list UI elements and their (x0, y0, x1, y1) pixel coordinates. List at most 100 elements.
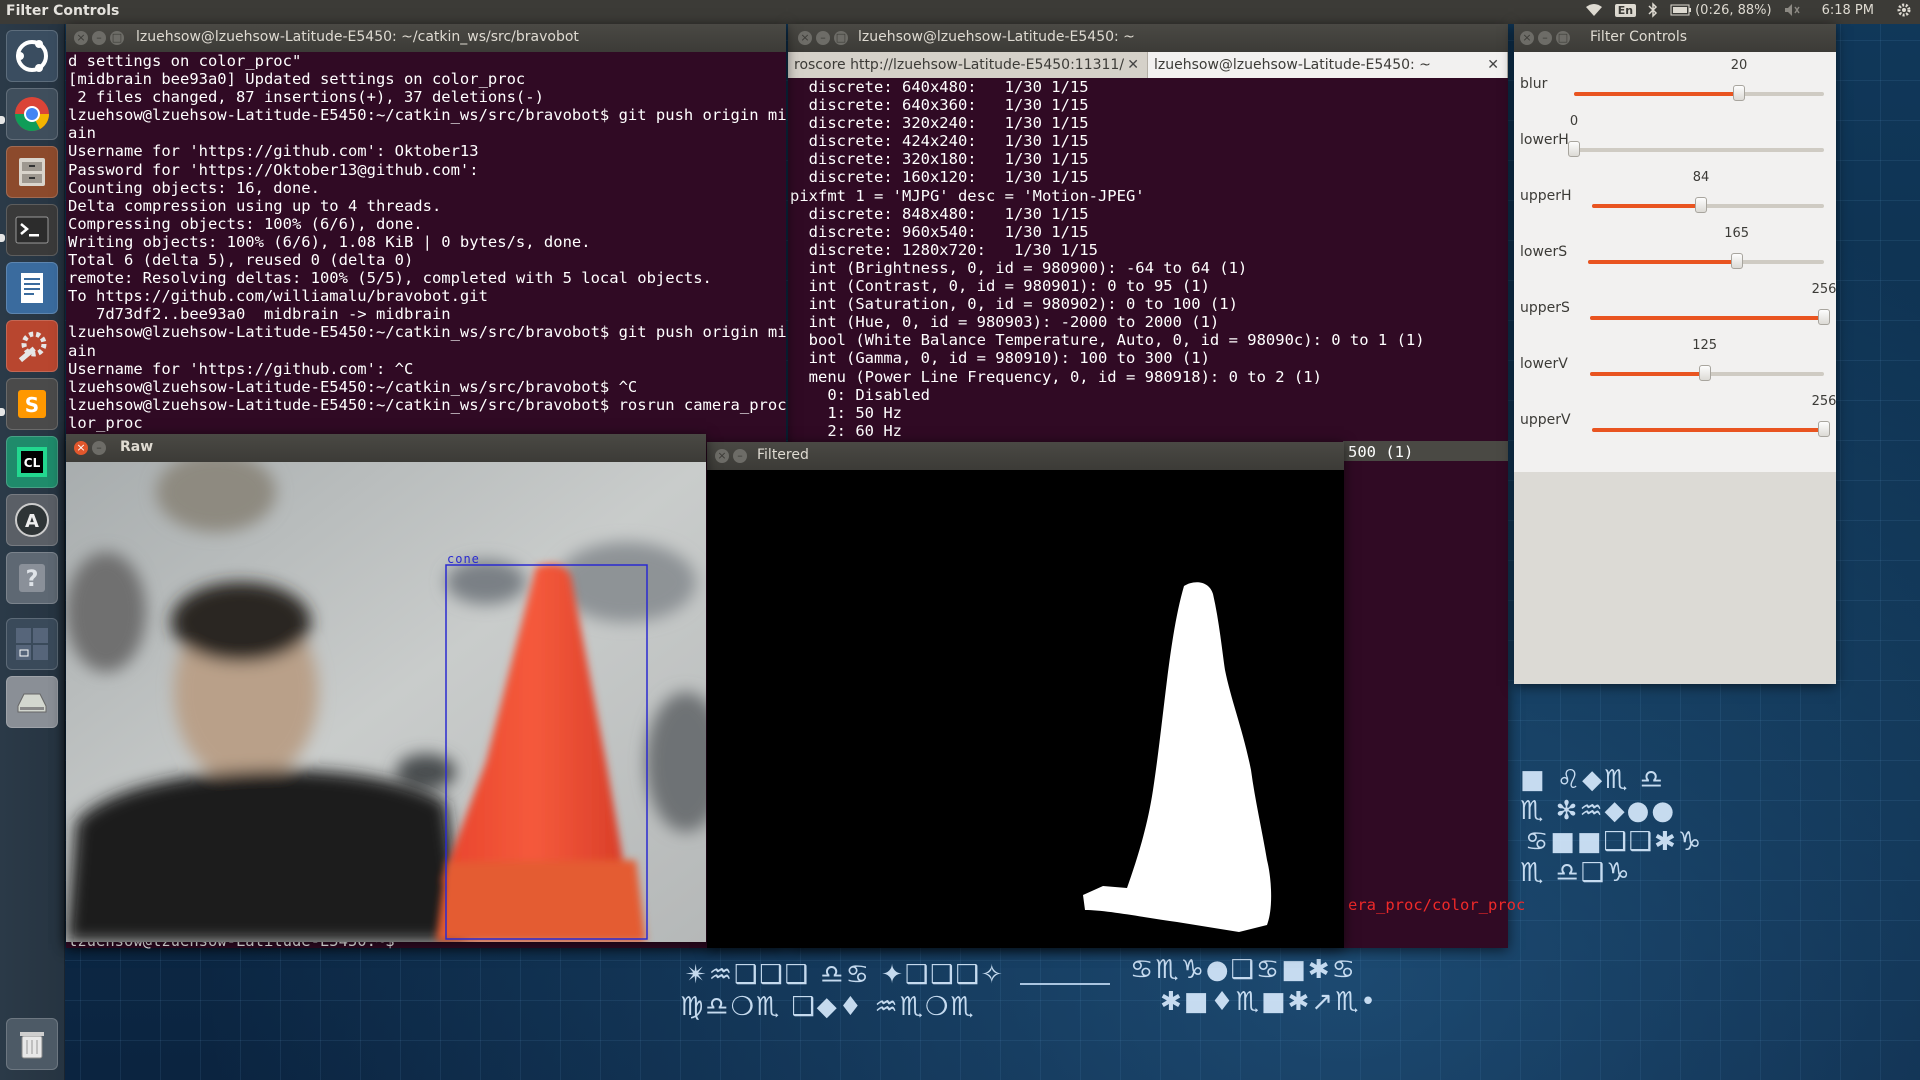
launcher-trash[interactable] (6, 1018, 58, 1070)
slider-lowerh[interactable]: lowerH 0 (1514, 112, 1834, 168)
terminal-line: [midbrain bee93a0] Updated settings on c… (68, 70, 526, 89)
titlebar[interactable]: × – □ Filter Controls (1514, 24, 1836, 52)
slider-value: 256 (1811, 394, 1837, 409)
battery-indicator[interactable]: (0:26, 88%) (1670, 3, 1772, 18)
launcher-workspace-switcher[interactable] (6, 618, 58, 670)
tab-label: roscore http://lzuehsow-Latitude-E5450:1… (794, 57, 1125, 73)
tab-home[interactable]: lzuehsow@lzuehsow-Latitude-E5450: ~ ✕ (1148, 52, 1508, 78)
titlebar[interactable]: × – □ lzuehsow@lzuehsow-Latitude-E5450: … (788, 24, 1508, 52)
svg-text:?: ? (26, 567, 39, 592)
slider-lowerv[interactable]: lowerV 125 (1514, 336, 1834, 392)
tab-close-icon[interactable]: ✕ (1487, 52, 1499, 78)
wifi-icon[interactable] (1585, 3, 1603, 17)
minimize-button[interactable]: – (92, 31, 106, 45)
slider-uppers[interactable]: upperS 256 (1514, 280, 1836, 336)
terminal-line: Total 6 (delta 5), reused 0 (delta 0) (68, 251, 414, 270)
launcher-software-updater[interactable]: A (6, 494, 58, 546)
terminal-line: discrete: 320x180: 1/30 1/15 (790, 150, 1089, 169)
terminal-line: int (Hue, 0, id = 980903): -2000 to 2000… (790, 313, 1220, 332)
slider-thumb[interactable] (1818, 309, 1830, 325)
slider-upperh[interactable]: upperH 84 (1514, 168, 1834, 224)
terminal-line: pixfmt 1 = 'MJPG' desc = 'Motion-JPEG' (790, 186, 1145, 205)
wrench-gear-icon (18, 331, 47, 363)
minimize-button[interactable]: – (92, 441, 106, 455)
slider-label: upperH (1520, 188, 1572, 204)
slider-label: upperS (1520, 300, 1570, 316)
slider-thumb[interactable] (1568, 141, 1580, 157)
close-button[interactable]: × (798, 31, 812, 45)
slider-track[interactable] (1574, 85, 1824, 101)
filter-controls-window[interactable]: × – □ Filter Controls blur 20 lowerH 0 upper… (1514, 24, 1836, 684)
window-title: lzuehsow@lzuehsow-Latitude-E5450: ~ (858, 29, 1135, 45)
launcher: S CL A ? (0, 24, 65, 1080)
launcher-system-settings[interactable] (6, 320, 58, 372)
maximize-button[interactable]: □ (110, 31, 124, 45)
slider-thumb[interactable] (1733, 85, 1745, 101)
terminal-line: int (Brightness, 0, id = 980900): -64 to… (790, 258, 1248, 277)
wallpaper-glyphs: ♋♏♑●❑♋■✱♋ (1130, 955, 1357, 985)
slider-blur[interactable]: blur 20 (1514, 56, 1834, 112)
maximize-button[interactable]: □ (834, 31, 848, 45)
ubuntu-logo-icon (16, 40, 48, 72)
raw-image-window[interactable]: × – Raw cone (66, 434, 706, 942)
minimize-button[interactable]: – (1538, 31, 1552, 45)
partial-error-text: era_proc/color_proc (1348, 896, 1526, 914)
slider-thumb[interactable] (1698, 365, 1711, 381)
detection-label: cone (447, 552, 480, 566)
launcher-disk-drive[interactable] (6, 676, 58, 728)
clock[interactable]: 6:18 PM (1822, 3, 1874, 18)
wallpaper-glyphs: ♏ ♎❑♑ (1520, 858, 1632, 888)
filtered-image-window[interactable]: × – Filtered (707, 442, 1344, 948)
launcher-text-editor[interactable] (6, 262, 58, 314)
slider-track[interactable] (1590, 309, 1830, 325)
tab-close-icon[interactable]: ✕ (1127, 52, 1139, 78)
terminal-line: discrete: 160x120: 1/30 1/15 (790, 168, 1089, 187)
launcher-chrome[interactable] (6, 88, 58, 140)
close-button[interactable]: × (74, 441, 88, 455)
camera-feed: cone (66, 462, 706, 942)
dash-home-button[interactable] (6, 30, 58, 82)
slider-track[interactable] (1590, 365, 1824, 381)
slider-thumb[interactable] (1730, 253, 1743, 269)
slider-lowers[interactable]: lowerS 165 (1514, 224, 1834, 280)
running-indicator (0, 116, 5, 124)
slider-thumb[interactable] (1695, 197, 1708, 213)
slider-track[interactable] (1568, 141, 1824, 157)
slider-upperv[interactable]: upperV 256 (1514, 392, 1837, 448)
bluetooth-icon[interactable] (1648, 2, 1658, 18)
empty-panel-area (1514, 472, 1836, 684)
maximize-button[interactable]: □ (1556, 31, 1570, 45)
window-title: Raw (120, 439, 154, 455)
close-button[interactable]: × (74, 31, 88, 45)
terminal-line: ain (68, 341, 96, 360)
slider-track[interactable] (1588, 253, 1824, 269)
minimize-button[interactable]: – (733, 449, 747, 463)
launcher-terminal[interactable] (6, 204, 58, 256)
tab-roscore[interactable]: roscore http://lzuehsow-Latitude-E5450:1… (788, 52, 1148, 78)
document-icon (21, 273, 43, 303)
titlebar[interactable]: × – Filtered (707, 442, 1344, 470)
titlebar[interactable]: × – □ lzuehsow@lzuehsow-Latitude-E5450: … (66, 24, 786, 52)
wallpaper-glyphs: ✴♒❑❑❑ ♎♋ ✦❑❑❑✧ (685, 960, 1005, 990)
titlebar[interactable]: × – Raw (66, 434, 706, 462)
settings-gear-icon[interactable] (1896, 2, 1912, 18)
slider-track[interactable] (1592, 421, 1830, 437)
keyboard-layout-indicator[interactable]: En (1614, 3, 1637, 17)
terminal-line: discrete: 640x480: 1/30 1/15 (790, 78, 1089, 96)
svg-text:CL: CL (24, 456, 41, 470)
launcher-clion[interactable]: CL (6, 436, 58, 488)
terminal-line: 0: Disabled (790, 385, 930, 404)
launcher-help[interactable]: ? (6, 552, 58, 604)
terminal-line: int (Saturation, 0, id = 980902): 0 to 1… (790, 295, 1238, 314)
slider-track[interactable] (1592, 197, 1824, 213)
minimize-button[interactable]: – (816, 31, 830, 45)
slider-fill (1592, 428, 1824, 432)
window-title: lzuehsow@lzuehsow-Latitude-E5450: ~/catk… (136, 29, 579, 45)
volume-muted-icon[interactable] (1784, 3, 1800, 17)
terminal-line: Compressing objects: 100% (6/6), done. (68, 214, 423, 233)
close-button[interactable]: × (715, 449, 729, 463)
close-button[interactable]: × (1520, 31, 1534, 45)
launcher-file-manager[interactable] (6, 146, 58, 198)
slider-thumb[interactable] (1818, 421, 1830, 437)
launcher-sublime-text[interactable]: S (6, 378, 58, 430)
